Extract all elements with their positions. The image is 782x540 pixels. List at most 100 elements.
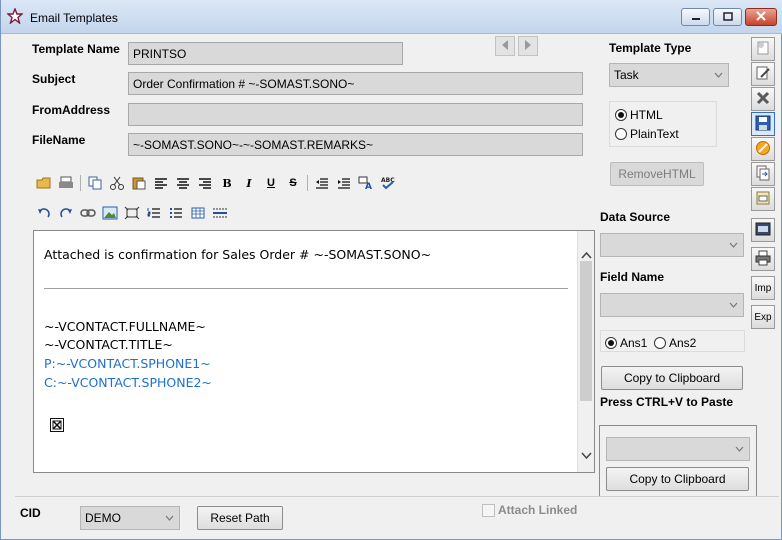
new-document-button[interactable] (751, 37, 775, 61)
export-button[interactable]: Exp (751, 305, 775, 329)
remove-html-button[interactable]: RemoveHTML (610, 162, 704, 186)
html-radio[interactable]: HTML (615, 108, 663, 122)
align-left-icon[interactable] (150, 173, 172, 193)
editor-cell-link[interactable]: C:~-VCONTACT.SPHONE2~ (44, 375, 212, 390)
printer-icon (755, 250, 771, 269)
previous-button[interactable] (495, 36, 515, 56)
scroll-down-icon[interactable] (581, 448, 592, 462)
window-title: Email Templates (30, 11, 118, 25)
insert-object-icon[interactable] (121, 203, 143, 223)
strikethrough-icon[interactable]: S (282, 173, 304, 193)
copy-to-clipboard-button-2[interactable]: Copy to Clipboard (606, 467, 749, 491)
import-button[interactable]: Imp (751, 276, 775, 300)
template-type-value: Task (614, 68, 639, 82)
editor-scrollbar[interactable] (577, 231, 594, 472)
outdent-icon[interactable] (311, 173, 333, 193)
undo-icon[interactable] (33, 203, 55, 223)
from-address-input[interactable] (128, 103, 583, 126)
editor-content[interactable]: Attached is confirmation for Sales Order… (44, 231, 574, 471)
print-button[interactable] (751, 247, 775, 271)
delete-button[interactable] (751, 87, 775, 111)
editor-phone-link[interactable]: P:~-VCONTACT.SPHONE1~ (44, 356, 211, 371)
radio-selected-icon (615, 109, 627, 121)
maximize-icon (722, 10, 733, 24)
attach-linked-label: Attach Linked (498, 503, 578, 517)
print-icon[interactable] (55, 173, 77, 193)
plaintext-radio[interactable]: PlainText (615, 127, 679, 141)
ans2-radio-label: Ans2 (669, 336, 697, 350)
horizontal-rule (44, 288, 568, 289)
numbered-list-icon[interactable] (143, 203, 165, 223)
insert-table-icon[interactable] (187, 203, 209, 223)
cancel-button[interactable] (751, 137, 775, 161)
html-radio-label: HTML (630, 108, 663, 122)
redo-icon[interactable] (55, 203, 77, 223)
insert-image-icon[interactable] (99, 203, 121, 223)
toolbar-divider (307, 175, 308, 191)
chevron-right-icon (524, 39, 532, 54)
indent-icon[interactable] (333, 173, 355, 193)
attach-linked-checkbox[interactable]: Attach Linked (482, 503, 577, 517)
scroll-up-icon[interactable] (581, 248, 592, 262)
ans2-radio[interactable]: Ans2 (654, 336, 696, 350)
horizontal-rule-icon[interactable] (209, 203, 231, 223)
filename-input[interactable]: ~-SOMAST.SONO~-~-SOMAST.REMARKS~ (128, 133, 583, 156)
toolbar-divider (80, 175, 81, 191)
chevron-down-icon (725, 237, 741, 253)
data-source-label: Data Source (600, 210, 671, 224)
font-color-icon[interactable]: A (355, 173, 377, 193)
bullet-list-icon[interactable] (165, 203, 187, 223)
minimize-icon (691, 10, 701, 24)
copy-to-clipboard-button[interactable]: Copy to Clipboard (601, 366, 743, 390)
field-name-label: Field Name (600, 270, 665, 284)
print-preview-button[interactable] (751, 187, 775, 211)
cancel-icon (755, 140, 771, 159)
plaintext-radio-label: PlainText (630, 127, 679, 141)
chevron-down-icon (710, 67, 726, 83)
paste-icon[interactable] (128, 173, 150, 193)
italic-icon[interactable]: I (238, 173, 260, 193)
email-body-editor[interactable]: Attached is confirmation for Sales Order… (33, 230, 595, 473)
copy-template-button[interactable] (751, 162, 775, 186)
template-type-select[interactable]: Task (609, 63, 729, 87)
template-name-label: Template Name (32, 42, 120, 56)
email-icon (755, 221, 771, 240)
save-icon (755, 115, 771, 134)
title-bar[interactable]: Email Templates (1, 0, 782, 34)
subject-label: Subject (32, 72, 76, 86)
cid-value: DEMO (85, 511, 121, 525)
email-button[interactable] (751, 218, 775, 242)
scroll-thumb[interactable] (580, 261, 592, 401)
save-button[interactable] (751, 112, 775, 136)
data-source-select[interactable] (600, 233, 744, 257)
link-icon[interactable] (77, 203, 99, 223)
subject-input[interactable]: Order Confirmation # ~-SOMAST.SONO~ (128, 72, 583, 95)
minimize-button[interactable] (681, 8, 710, 26)
formatting-toolbar: B I U S A ABC (33, 173, 399, 193)
align-center-icon[interactable] (172, 173, 194, 193)
spellcheck-icon[interactable]: ABC (377, 173, 399, 193)
broken-image-icon (50, 418, 64, 435)
close-button[interactable] (745, 8, 777, 26)
copy-icon[interactable] (84, 173, 106, 193)
paste-field-select[interactable] (606, 437, 750, 461)
bold-icon[interactable]: B (216, 173, 238, 193)
delete-icon (756, 91, 770, 108)
template-name-input[interactable]: PRINTSO (128, 42, 403, 65)
edit-document-button[interactable] (751, 62, 775, 86)
align-right-icon[interactable] (194, 173, 216, 193)
field-name-select[interactable] (600, 293, 744, 317)
reset-path-button[interactable]: Reset Path (197, 506, 283, 530)
ans1-radio[interactable]: Ans1 (605, 336, 647, 350)
svg-text:A: A (365, 182, 372, 190)
radio-selected-icon (605, 337, 617, 349)
template-type-label: Template Type (609, 41, 692, 55)
cut-icon[interactable] (106, 173, 128, 193)
next-button[interactable] (518, 36, 538, 56)
open-folder-icon[interactable] (33, 173, 55, 193)
maximize-button[interactable] (713, 8, 742, 26)
cid-select[interactable]: DEMO (80, 506, 180, 530)
editor-line: Attached is confirmation for Sales Order… (44, 247, 432, 262)
underline-icon[interactable]: U (260, 173, 282, 193)
checkbox-unchecked-icon (482, 503, 495, 517)
